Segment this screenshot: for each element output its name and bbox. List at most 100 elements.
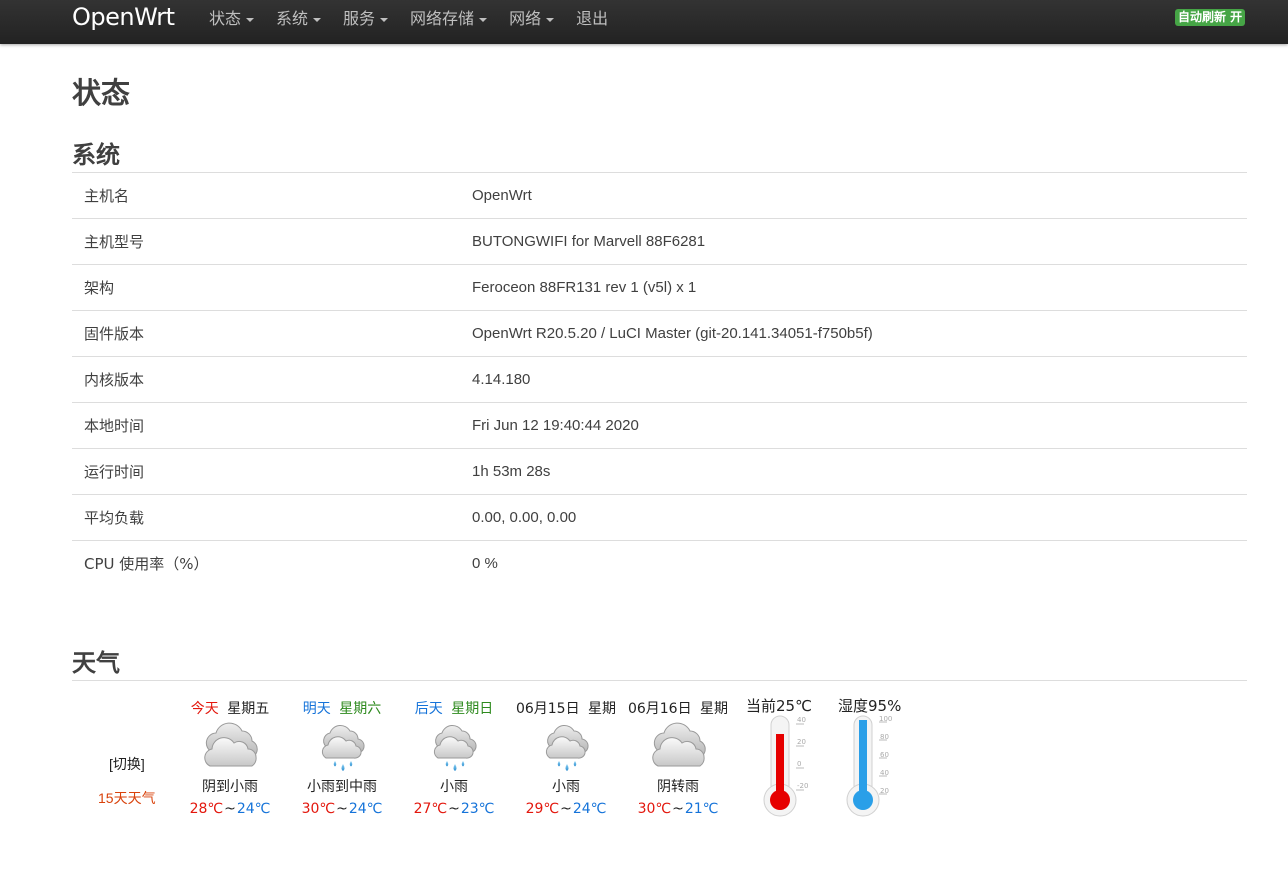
weather-switch-link[interactable]: [切换] (109, 754, 145, 774)
row-value: BUTONGWIFI for Marvell 88F6281 (472, 233, 706, 250)
nav-logout-label: 退出 (576, 9, 609, 28)
nav-system[interactable]: 系统 (265, 0, 332, 38)
row-key: 运行时间 (84, 463, 145, 481)
humidity-scale-label: 60 (880, 751, 889, 759)
caret-down-icon (313, 17, 322, 22)
temp-low: 24℃ (236, 801, 271, 817)
weekday-label: 星期六 (339, 701, 382, 717)
temp-scale-label: 0 (797, 760, 801, 768)
temp-separator: ~ (224, 801, 236, 817)
fifteen-day-weather-link[interactable]: 15天天气 (98, 788, 156, 808)
caret-down-icon (546, 17, 555, 22)
row-value: Fri Jun 12 19:40:44 2020 (472, 417, 639, 434)
weather-desc: 小雨到中雨 (307, 779, 377, 795)
temp-scale-label: 40 (797, 716, 806, 724)
humidity-scale-label: 40 (880, 769, 889, 777)
table-row: 固件版本 OpenWrt R20.5.20 / LuCI Master (git… (72, 311, 1247, 357)
temp-high: 30℃ (301, 801, 336, 817)
table-row: 本地时间 Fri Jun 12 19:40:44 2020 (72, 403, 1247, 449)
rain-icon (433, 725, 477, 771)
weekday-label: 星期五 (227, 701, 270, 717)
row-value: 4.14.180 (472, 371, 531, 388)
temp-scale-label: -20 (797, 782, 808, 790)
temp-high: 28℃ (189, 801, 224, 817)
main-nav: 状态 系统 服务 网络存储 网络 退出 (198, 0, 619, 38)
nav-status[interactable]: 状态 (198, 0, 265, 38)
table-row: 运行时间 1h 53m 28s (72, 449, 1247, 495)
system-section-title: 系统 (72, 141, 120, 169)
brand-logo[interactable]: OpenWrt (72, 3, 175, 31)
rain-icon (321, 725, 365, 771)
nav-services-label: 服务 (343, 9, 376, 28)
row-key: 内核版本 (84, 371, 145, 389)
temp-high: 30℃ (637, 801, 672, 817)
weather-desc: 小雨 (552, 779, 580, 795)
weekday-label: 星期日 (451, 701, 494, 717)
day-label: 06月15日 (515, 701, 580, 717)
nav-nas-label: 网络存储 (410, 9, 475, 28)
temp-low: 23℃ (460, 801, 495, 817)
nav-system-label: 系统 (276, 9, 309, 28)
temp-separator: ~ (560, 801, 572, 817)
table-row: 平均负载 0.00, 0.00, 0.00 (72, 495, 1247, 541)
temp-scale-label: 20 (797, 738, 806, 746)
table-row: 主机名 OpenWrt (72, 173, 1247, 219)
temp-separator: ~ (336, 801, 348, 817)
table-row: CPU 使用率（%） 0 % (72, 541, 1247, 587)
weather-day-0615: 06月15日 星期 小雨 29℃~24℃ (510, 698, 622, 820)
weather-day-after-tomorrow: 后天 星期日 小雨 27℃~23℃ (398, 698, 510, 820)
table-row: 主机型号 BUTONGWIFI for Marvell 88F6281 (72, 219, 1247, 265)
day-label: 明天 (302, 701, 331, 717)
humidity-scale-label: 20 (880, 787, 889, 795)
weekday-label: 星期 (700, 701, 729, 717)
humidity-scale-label: 100 (879, 715, 892, 723)
row-value: 0.00, 0.00, 0.00 (472, 509, 577, 526)
row-value: OpenWrt R20.5.20 / LuCI Master (git-20.1… (472, 325, 873, 342)
day-label: 后天 (414, 701, 443, 717)
weather-desc: 小雨 (440, 779, 468, 795)
day-label: 今天 (190, 701, 219, 717)
humidity-scale-label: 80 (880, 733, 889, 741)
auto-refresh-toggle[interactable]: 自动刷新 开 (1175, 9, 1246, 26)
temp-separator: ~ (672, 801, 684, 817)
section-divider (72, 680, 1247, 681)
row-key: 固件版本 (84, 325, 145, 343)
humidity-label: 湿度95% (838, 697, 902, 715)
humidity-gauge-icon: 100 80 60 40 20 (846, 715, 892, 817)
temp-low: 24℃ (348, 801, 383, 817)
temp-low: 24℃ (572, 801, 607, 817)
weather-desc: 阴到小雨 (202, 779, 258, 795)
system-info-table: 主机名 OpenWrt 主机型号 BUTONGWIFI for Marvell … (72, 172, 1247, 587)
row-value: 1h 53m 28s (472, 463, 551, 480)
row-key: 主机型号 (84, 233, 145, 251)
caret-down-icon (479, 17, 488, 22)
table-row: 内核版本 4.14.180 (72, 357, 1247, 403)
rain-icon (545, 725, 589, 771)
cloudy-icon (204, 722, 258, 767)
weather-day-tomorrow: 明天 星期六 小雨到中雨 30℃~24℃ (286, 698, 398, 820)
nav-network[interactable]: 网络 (498, 0, 565, 38)
row-value: OpenWrt (472, 187, 532, 204)
temp-high: 29℃ (525, 801, 560, 817)
nav-nas[interactable]: 网络存储 (399, 0, 498, 38)
temp-separator: ~ (448, 801, 460, 817)
page-title: 状态 (72, 76, 131, 110)
table-row: 架构 Feroceon 88FR131 rev 1 (v5l) x 1 (72, 265, 1247, 311)
temp-low: 21℃ (684, 801, 719, 817)
nav-status-label: 状态 (209, 9, 242, 28)
weather-desc: 阴转雨 (657, 779, 699, 795)
caret-down-icon (246, 17, 255, 22)
top-navbar: OpenWrt 状态 系统 服务 网络存储 网络 退出 自动刷新 开 (0, 0, 1288, 44)
thermometer-icon: 40 20 0 -20 (763, 715, 808, 817)
temp-high: 27℃ (413, 801, 448, 817)
row-key: 架构 (84, 279, 115, 297)
row-key: 平均负载 (84, 509, 145, 527)
weather-section-title: 天气 (72, 649, 120, 677)
nav-logout[interactable]: 退出 (565, 0, 619, 38)
caret-down-icon (380, 17, 389, 22)
current-temp-label: 当前25℃ (746, 697, 812, 715)
cloudy-icon (652, 722, 706, 767)
weekday-label: 星期 (588, 701, 617, 717)
nav-network-label: 网络 (509, 9, 542, 28)
nav-services[interactable]: 服务 (332, 0, 399, 38)
